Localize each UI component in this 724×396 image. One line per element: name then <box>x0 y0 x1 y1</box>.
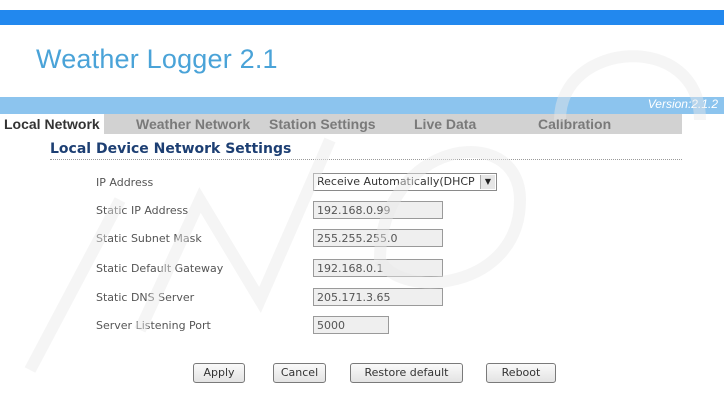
static-ip-label: Static IP Address <box>96 204 189 217</box>
listening-port-input[interactable] <box>313 316 389 334</box>
section-title: Local Device Network Settings <box>50 141 292 157</box>
tab-live-data[interactable]: Live Data <box>414 114 476 134</box>
version-strip: Version:2.1.2 <box>0 97 724 114</box>
ip-address-label: IP Address <box>96 176 154 189</box>
apply-button[interactable]: Apply <box>193 363 245 383</box>
gateway-input[interactable] <box>313 259 443 277</box>
dns-server-label: Static DNS Server <box>96 291 195 304</box>
restore-default-button[interactable]: Restore default <box>350 363 463 383</box>
dns-server-input[interactable] <box>313 288 443 306</box>
subnet-mask-label: Static Subnet Mask <box>96 232 202 245</box>
tab-local-network[interactable]: Local Network <box>0 114 104 134</box>
ip-address-select[interactable]: Receive Automatically(DHCP ▼ <box>313 173 497 191</box>
cancel-button[interactable]: Cancel <box>273 363 326 383</box>
ip-address-selected-value: Receive Automatically(DHCP <box>317 175 475 188</box>
listening-port-label: Server Listening Port <box>96 319 211 332</box>
app-title: Weather Logger 2.1 <box>36 44 278 74</box>
version-label: Version:2.1.2 <box>647 97 718 111</box>
subnet-mask-input[interactable] <box>313 229 443 247</box>
tab-station-settings[interactable]: Station Settings <box>269 114 376 134</box>
tab-bar: Local Network Weather Network Station Se… <box>0 114 682 134</box>
top-accent-bar <box>0 10 724 25</box>
gateway-label: Static Default Gateway <box>96 262 224 275</box>
tab-calibration[interactable]: Calibration <box>538 114 611 134</box>
section-divider <box>50 159 682 160</box>
tab-weather-network[interactable]: Weather Network <box>136 114 250 134</box>
page: Weather Logger 2.1 Version:2.1.2 Local N… <box>0 0 724 396</box>
chevron-down-icon[interactable]: ▼ <box>480 175 495 189</box>
static-ip-input[interactable] <box>313 201 443 219</box>
reboot-button[interactable]: Reboot <box>486 363 556 383</box>
